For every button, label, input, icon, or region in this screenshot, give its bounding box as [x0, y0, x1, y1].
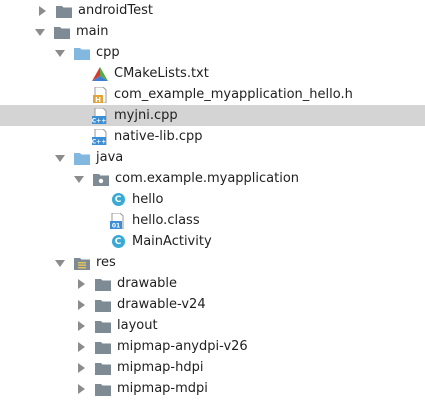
- tree-item-res[interactable]: res: [0, 252, 425, 273]
- svg-text:C++: C++: [92, 117, 106, 123]
- tree-item-hello-class[interactable]: 01 hello.class: [0, 210, 425, 231]
- tree-item-label: native-lib.cpp: [114, 129, 203, 144]
- tree-item-label: androidTest: [78, 3, 153, 18]
- tree-item-label: mipmap-anydpi-v26: [117, 339, 248, 354]
- chevron-right-icon[interactable]: [75, 383, 87, 395]
- svg-text:C++: C++: [92, 138, 106, 144]
- folder-icon: [95, 297, 111, 313]
- tree-item-package[interactable]: com.example.myapplication: [0, 168, 425, 189]
- resource-folder-icon: [74, 255, 90, 271]
- project-tree: androidTest main cpp CMakeLists.txt H co…: [0, 0, 425, 403]
- tree-item-cpp[interactable]: cpp: [0, 42, 425, 63]
- class-icon: C: [110, 192, 126, 208]
- tree-item-label: hello.class: [132, 213, 200, 228]
- tree-item-mipmap-hdpi[interactable]: mipmap-hdpi: [0, 357, 425, 378]
- tree-item-label: CMakeLists.txt: [114, 66, 209, 81]
- folder-icon: [95, 318, 111, 334]
- chevron-down-icon[interactable]: [54, 47, 66, 59]
- chevron-right-icon[interactable]: [75, 341, 87, 353]
- folder-icon: [74, 150, 90, 166]
- package-folder-icon: [93, 171, 109, 187]
- chevron-right-icon[interactable]: [75, 362, 87, 374]
- tree-item-mipmap-anydpi-v26[interactable]: mipmap-anydpi-v26: [0, 336, 425, 357]
- folder-icon: [56, 3, 72, 19]
- tree-item-drawable-v24[interactable]: drawable-v24: [0, 294, 425, 315]
- tree-item-label: MainActivity: [132, 234, 212, 249]
- cpp-file-icon: C++: [92, 107, 108, 124]
- tree-item-label: mipmap-hdpi: [117, 360, 204, 375]
- tree-item-header-file[interactable]: H com_example_myapplication_hello.h: [0, 84, 425, 105]
- folder-icon: [54, 24, 70, 40]
- chevron-down-icon[interactable]: [54, 152, 66, 164]
- tree-item-label: hello: [132, 192, 164, 207]
- folder-icon: [74, 45, 90, 61]
- class-icon: C: [110, 234, 126, 250]
- tree-item-label: cpp: [96, 45, 120, 60]
- tree-item-hello[interactable]: C hello: [0, 189, 425, 210]
- tree-item-androidtest[interactable]: androidTest: [0, 0, 425, 21]
- tree-item-myjni-cpp[interactable]: C++ myjni.cpp: [0, 105, 425, 126]
- svg-text:01: 01: [112, 222, 120, 228]
- tree-item-label: drawable: [117, 276, 178, 291]
- tree-item-mainactivity[interactable]: C MainActivity: [0, 231, 425, 252]
- header-file-icon: H: [92, 86, 108, 103]
- tree-item-label: res: [96, 255, 116, 270]
- chevron-down-icon[interactable]: [34, 26, 46, 38]
- tree-item-label: com_example_myapplication_hello.h: [114, 87, 353, 102]
- chevron-right-icon[interactable]: [36, 5, 48, 17]
- chevron-right-icon[interactable]: [75, 278, 87, 290]
- tree-item-label: com.example.myapplication: [115, 171, 300, 186]
- cpp-file-icon: C++: [92, 128, 108, 145]
- tree-item-java[interactable]: java: [0, 147, 425, 168]
- tree-item-label: mipmap-mdpi: [117, 381, 208, 396]
- tree-item-label: drawable-v24: [117, 297, 206, 312]
- chevron-right-icon[interactable]: [75, 320, 87, 332]
- chevron-right-icon[interactable]: [75, 299, 87, 311]
- tree-item-layout[interactable]: layout: [0, 315, 425, 336]
- chevron-down-icon[interactable]: [54, 257, 66, 269]
- cmake-icon: [92, 66, 108, 82]
- tree-item-drawable[interactable]: drawable: [0, 273, 425, 294]
- folder-icon: [95, 381, 111, 397]
- tree-item-cmakelists[interactable]: CMakeLists.txt: [0, 63, 425, 84]
- tree-item-label: layout: [117, 318, 158, 333]
- folder-icon: [95, 339, 111, 355]
- tree-item-native-lib-cpp[interactable]: C++ native-lib.cpp: [0, 126, 425, 147]
- tree-item-label: main: [76, 24, 109, 39]
- tree-item-label: java: [96, 150, 124, 165]
- tree-item-mipmap-mdpi[interactable]: mipmap-mdpi: [0, 378, 425, 399]
- svg-text:H: H: [95, 96, 101, 103]
- folder-icon: [95, 276, 111, 292]
- chevron-down-icon[interactable]: [73, 173, 85, 185]
- folder-icon: [95, 360, 111, 376]
- compiled-class-icon: 01: [110, 212, 126, 229]
- tree-item-main[interactable]: main: [0, 21, 425, 42]
- tree-item-label: myjni.cpp: [114, 108, 178, 123]
